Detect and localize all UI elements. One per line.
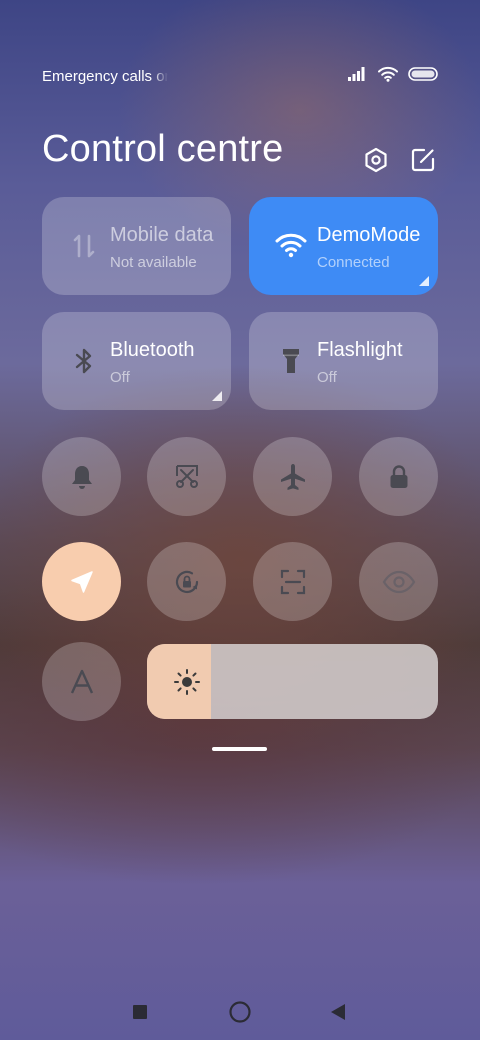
navigation-bar [0,990,480,1034]
bluetooth-icon [75,348,92,374]
tile-label: Bluetooth [110,339,195,361]
signal-icon [348,67,365,81]
back-icon [331,1004,345,1020]
toggle-airplane-mode[interactable] [253,437,332,516]
location-arrow-icon [70,570,93,593]
toggle-location[interactable] [42,542,121,621]
recents-button[interactable] [118,990,162,1034]
wifi-icon [378,66,398,82]
tile-bluetooth[interactable]: Bluetooth Off [42,312,231,410]
toggle-screenshot[interactable] [147,437,226,516]
lock-icon [390,464,407,488]
toggle-reading-mode[interactable] [359,542,438,621]
eye-icon [382,570,415,593]
tile-mobile-data[interactable]: Mobile data Not available [42,197,231,295]
toggle-auto-brightness[interactable] [42,642,121,721]
status-bar: Emergency calls only [42,64,438,88]
sun-icon [174,669,200,695]
expand-indicator[interactable] [212,391,222,401]
tile-status: Connected [317,254,390,271]
tile-wifi[interactable]: DemoMode Connected [249,197,438,295]
battery-icon [408,67,438,81]
tile-status: Not available [110,254,197,271]
toggle-scanner[interactable] [253,542,332,621]
tile-flashlight[interactable]: Flashlight Off [249,312,438,410]
mobile-data-icon [73,234,95,258]
tile-label: Flashlight [317,339,403,361]
scan-icon [280,569,305,594]
back-button[interactable] [316,990,360,1034]
settings-button[interactable] [362,146,390,174]
toggle-silent[interactable] [42,437,121,516]
scissors-icon [175,464,198,488]
settings-icon [365,147,387,173]
auto-brightness-icon [70,669,93,693]
toggle-rotation-lock[interactable] [147,542,226,621]
page-title: Control centre [42,128,284,170]
wifi-icon [275,233,307,258]
flashlight-icon [283,349,299,373]
drag-handle[interactable] [212,747,267,751]
edit-icon [411,148,435,172]
recents-icon [133,1005,147,1019]
carrier-text: Emergency calls only [42,68,168,85]
tile-status: Off [110,369,130,386]
edit-button[interactable] [409,146,437,174]
tile-status: Off [317,369,337,386]
airplane-icon [280,463,305,490]
rotation-lock-icon [175,570,198,593]
home-icon [229,1001,251,1023]
tile-label: DemoMode [317,224,421,246]
bell-icon [71,465,92,489]
status-icons [348,66,438,82]
brightness-slider[interactable] [147,644,438,719]
tile-label: Mobile data [110,224,214,246]
toggle-lock-screen[interactable] [359,437,438,516]
expand-indicator[interactable] [419,276,429,286]
home-button[interactable] [218,990,262,1034]
